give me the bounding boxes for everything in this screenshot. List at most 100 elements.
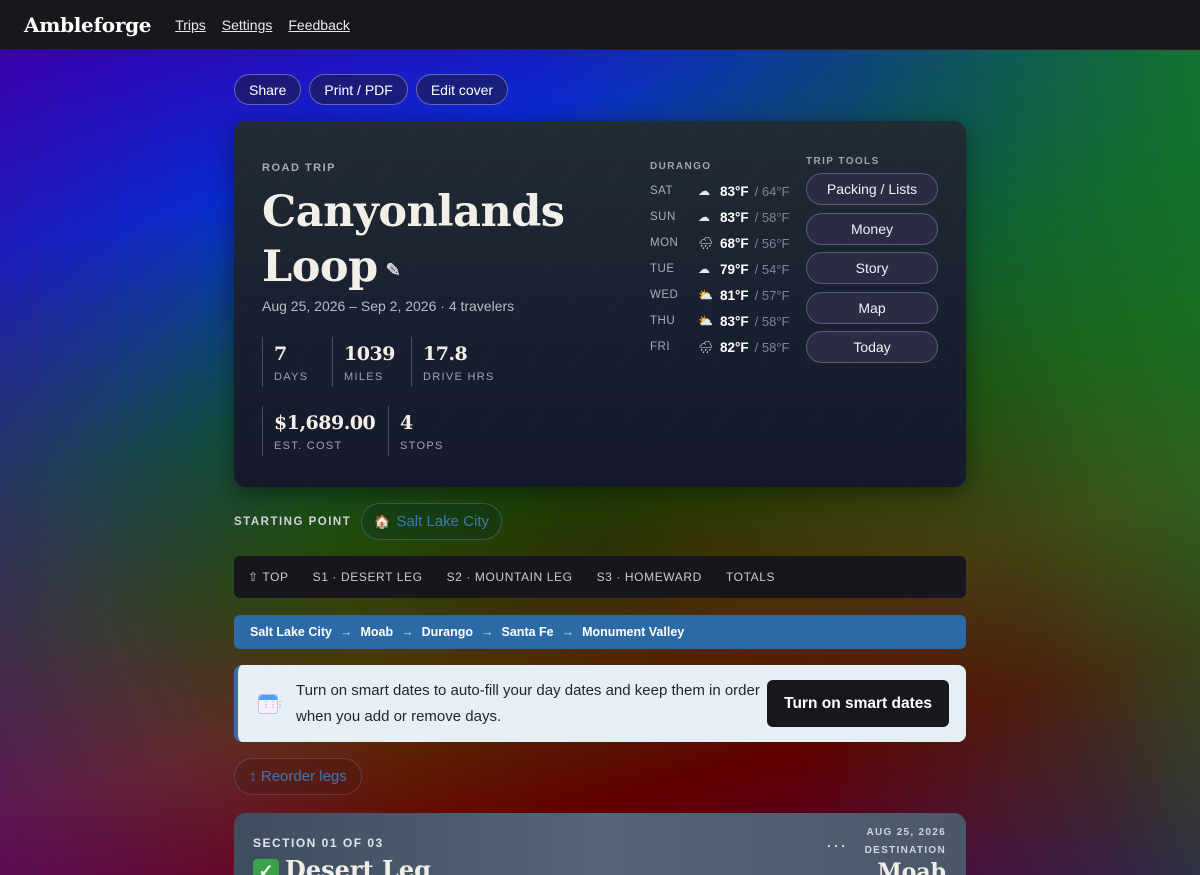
cloud-icon: ☁: [698, 184, 710, 198]
section-date: AUG 25, 2026: [866, 827, 946, 838]
map-button[interactable]: Map: [806, 291, 938, 324]
route-stop: Santa Fe: [501, 625, 554, 639]
weather-low: / 54°F: [754, 261, 790, 277]
nav-link-trips[interactable]: Trips: [175, 17, 206, 33]
stat-label: DAYS: [274, 371, 309, 383]
weather-day: WED: [650, 289, 679, 301]
rain-cloud-icon: 🌧: [698, 236, 714, 250]
section-title: ✓ Desert Leg: [253, 855, 431, 875]
stat-label: MILES: [344, 371, 384, 383]
weather-day: SUN: [650, 211, 676, 223]
weather-high: 79°F: [720, 261, 749, 277]
weather-low: / 58°F: [754, 313, 790, 329]
stat-stops: 4 STOPS: [388, 406, 458, 456]
edit-cover-button[interactable]: Edit cover: [415, 74, 509, 105]
starting-point-chip[interactable]: 🏠 Salt Lake City: [361, 503, 502, 540]
nav-link-feedback[interactable]: Feedback: [288, 17, 349, 33]
destination-label: DESTINATION: [864, 845, 946, 856]
weather-high: 68°F: [720, 235, 749, 251]
trip-title[interactable]: Canyonlands Loop ✎: [262, 185, 565, 298]
route-stop: Monument Valley: [582, 625, 685, 639]
weather-row-mon: MON 🌧 68°F / 56°F: [650, 230, 800, 256]
route-arrow: →: [401, 625, 414, 639]
stat-value: 17.8: [423, 343, 468, 365]
brand-logo[interactable]: Ambleforge: [24, 13, 151, 37]
stat-value: 4: [400, 412, 413, 434]
calendar-icon: [258, 693, 283, 714]
stat-miles: 1039 MILES: [332, 337, 411, 387]
stat-label: EST. COST: [274, 440, 343, 452]
route-arrow: →: [481, 625, 494, 639]
stat-drive-hours: 17.8 DRIVE HRS: [411, 337, 531, 387]
route-summary: Salt Lake City → Moab → Durango → Santa …: [234, 615, 966, 649]
section-kicker: SECTION 01 OF 03: [253, 836, 384, 850]
story-button[interactable]: Story: [806, 252, 938, 284]
house-icon: 🏠: [374, 513, 391, 529]
trip-type-kicker: ROAD TRIP: [262, 162, 336, 174]
weather-high: 83°F: [720, 183, 749, 199]
route-stop: Durango: [421, 625, 474, 639]
money-button[interactable]: Money: [806, 212, 938, 245]
weather-low: / 56°F: [754, 235, 790, 251]
weather-low: / 58°F: [754, 339, 790, 355]
stat-value: $1,689.00: [274, 412, 376, 434]
section-nav-totals[interactable]: TOTALS: [726, 570, 775, 584]
partly-sunny-icon: ⛅: [698, 288, 713, 302]
weather-row-thu: THU ⛅ 83°F / 58°F: [650, 308, 800, 334]
weather-high: 81°F: [720, 287, 749, 303]
weather-day: TUE: [650, 263, 675, 275]
trip-cover-card: ROAD TRIP Canyonlands Loop ✎ Aug 25, 2026…: [234, 121, 966, 487]
weather-low: / 57°F: [754, 287, 790, 303]
weather-row-tue: TUE ☁ 79°F / 54°F: [650, 256, 800, 282]
section-title-text: Desert Leg: [285, 855, 431, 875]
destination-name: Moab: [877, 859, 946, 875]
route-stop: Salt Lake City: [250, 625, 332, 639]
section-card-desert-leg: SECTION 01 OF 03 ✓ Desert Leg ··· AUG 25,…: [234, 813, 966, 875]
cloud-icon: ☁: [698, 262, 710, 276]
section-nav-s2[interactable]: S2 · MOUNTAIN LEG: [447, 570, 573, 584]
section-nav-s3[interactable]: S3 · HOMEWARD: [597, 570, 702, 584]
weather-day: FRI: [650, 341, 671, 353]
print-pdf-button[interactable]: Print / PDF: [309, 74, 408, 105]
weather-high: 83°F: [720, 313, 749, 329]
more-options-icon[interactable]: ···: [826, 835, 847, 856]
weather-day: SAT: [650, 185, 674, 197]
rain-cloud-icon: 🌧: [698, 340, 714, 354]
weather-day: THU: [650, 315, 676, 327]
weather-row-fri: FRI 🌧 82°F / 58°F: [650, 334, 800, 360]
weather-high: 83°F: [720, 209, 749, 225]
stat-label: DRIVE HRS: [423, 371, 495, 383]
weather-row-wed: WED ⛅ 81°F / 57°F: [650, 282, 800, 308]
stat-value: 1039: [344, 343, 395, 365]
reorder-legs-button[interactable]: ↕ Reorder legs: [234, 758, 362, 795]
check-icon: ✓: [253, 858, 279, 875]
section-nav-s1[interactable]: S1 · DESERT LEG: [313, 570, 423, 584]
stat-value: 7: [274, 343, 287, 365]
section-nav-top[interactable]: ⇧ TOP: [248, 570, 289, 584]
share-button[interactable]: Share: [234, 74, 302, 105]
trip-tools: TRIP TOOLS Packing / Lists Money Story M…: [806, 156, 938, 371]
weather-city: DURANGO: [650, 161, 712, 172]
turn-on-smart-dates-button[interactable]: Turn on smart dates: [767, 680, 949, 727]
starting-point: STARTING POINT 🏠 Salt Lake City: [234, 503, 966, 540]
packing-lists-button[interactable]: Packing / Lists: [806, 173, 938, 205]
smart-dates-banner: Turn on smart dates to auto-fill your da…: [234, 665, 966, 742]
trip-actions: Share Print / PDF Edit cover: [234, 74, 966, 105]
stat-label: STOPS: [400, 440, 444, 452]
weather-day: MON: [650, 237, 679, 249]
trip-tools-heading: TRIP TOOLS: [806, 156, 880, 167]
weather-row-sun: SUN ☁ 83°F / 58°F: [650, 204, 800, 230]
route-stop: Moab: [360, 625, 394, 639]
section-nav: ⇧ TOP S1 · DESERT LEG S2 · MOUNTAIN LEG …: [234, 556, 966, 598]
weather-row-sat: SAT ☁ 83°F / 64°F: [650, 178, 800, 204]
weather-forecast: DURANGO SAT ☁ 83°F / 64°F SUN ☁ 83°F / 58°F MON 🌧…: [650, 161, 800, 360]
partly-sunny-icon: ⛅: [698, 314, 713, 328]
cloud-icon: ☁: [698, 210, 710, 224]
stat-est-cost: $1,689.00 EST. COST: [262, 406, 388, 456]
weather-low: / 58°F: [754, 209, 790, 225]
today-button[interactable]: Today: [806, 331, 938, 363]
pencil-icon[interactable]: ✎: [386, 243, 401, 298]
trip-title-text: Canyonlands Loop: [262, 187, 565, 292]
nav-link-settings[interactable]: Settings: [222, 17, 273, 33]
weather-low: / 64°F: [754, 183, 790, 199]
